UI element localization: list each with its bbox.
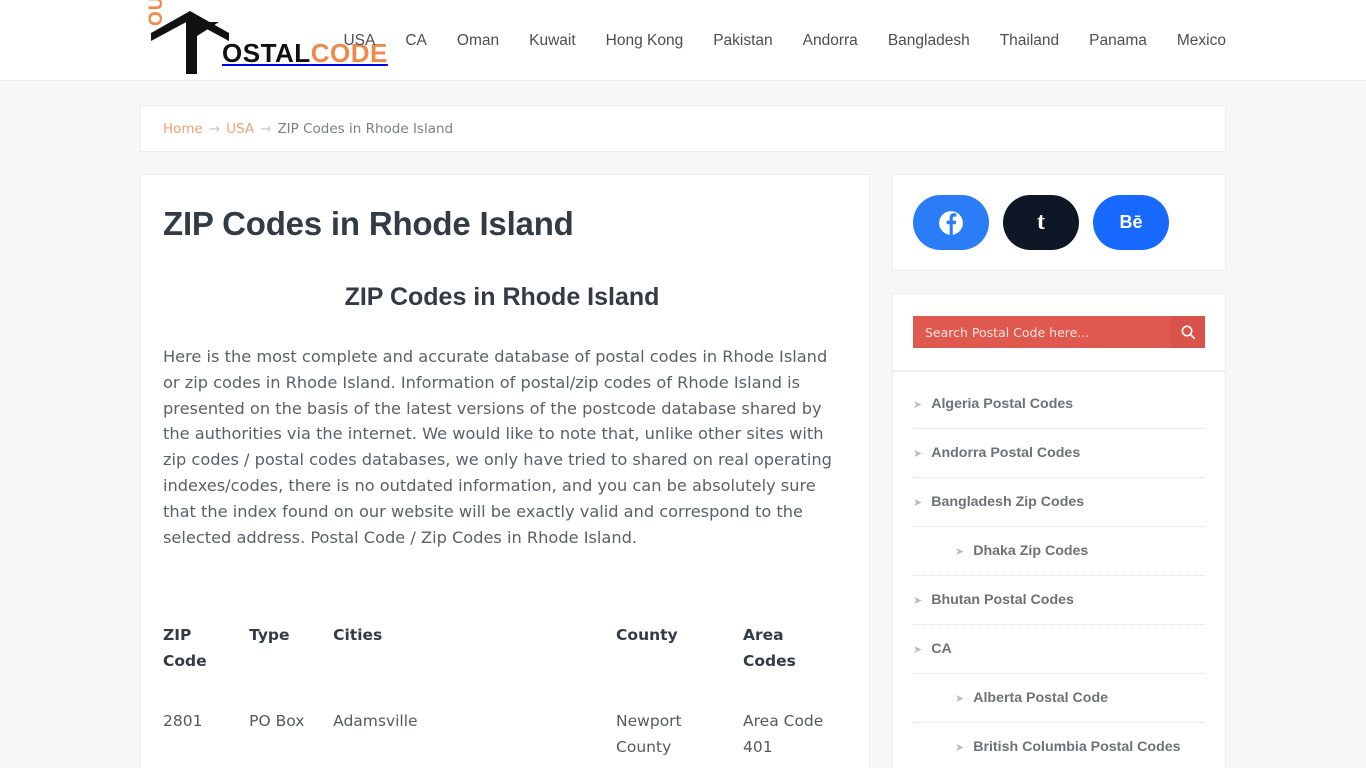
list-item[interactable]: ➤ Dhaka Zip Codes xyxy=(913,527,1205,576)
postal-code-links-card: ➤ Algeria Postal Codes ➤ Andorra Postal … xyxy=(892,371,1226,768)
section-title: ZIP Codes in Rhode Island xyxy=(344,283,660,311)
list-item[interactable]: ➤ Bangladesh Zip Codes xyxy=(913,478,1205,527)
nav-item-usa[interactable]: USA xyxy=(343,32,375,50)
cell-type: PO Box xyxy=(249,712,305,731)
main-navigation: USA CA Oman Kuwait Hong Kong Pakistan An… xyxy=(343,0,1226,81)
facebook-share-button[interactable] xyxy=(913,195,989,250)
search-form xyxy=(913,316,1205,348)
search-card xyxy=(892,293,1226,371)
social-links-card: t Bē xyxy=(892,174,1226,271)
nav-item-kuwait[interactable]: Kuwait xyxy=(529,32,576,50)
column-header-area-codes: Area Codes xyxy=(743,626,796,671)
logo-postal-text: OSTAL xyxy=(222,38,311,68)
search-input[interactable] xyxy=(913,316,1171,348)
sidebar-link-algeria[interactable]: Algeria Postal Codes xyxy=(931,395,1073,414)
nav-item-mexico[interactable]: Mexico xyxy=(1177,32,1226,50)
nav-item-pakistan[interactable]: Pakistan xyxy=(713,32,772,50)
column-header-zip-code: ZIP Code xyxy=(163,626,207,671)
breadcrumb-usa[interactable]: USA xyxy=(226,121,254,137)
table-row: 2801 PO Box Adamsville Newport County Ar… xyxy=(163,708,841,768)
list-item[interactable]: ➤ Alberta Postal Code xyxy=(913,674,1205,723)
breadcrumb-home[interactable]: Home xyxy=(163,121,203,137)
behance-icon: Bē xyxy=(1119,212,1143,232)
sidebar: t Bē Search Postal Code here... ➤ Algeri… xyxy=(892,174,1226,768)
arrow-right-icon: ➤ xyxy=(913,447,923,460)
table-body: 2801 PO Box Adamsville Newport County Ar… xyxy=(163,708,841,768)
sidebar-link-bhutan[interactable]: Bhutan Postal Codes xyxy=(931,591,1074,610)
sidebar-link-british-columbia[interactable]: British Columbia Postal Codes xyxy=(973,738,1180,757)
nav-item-oman[interactable]: Oman xyxy=(457,32,499,50)
page-title: ZIP Codes in Rhode Island xyxy=(163,205,574,242)
nav-item-ca[interactable]: CA xyxy=(405,32,427,50)
logo-house-icon: OUR xyxy=(146,0,234,74)
cell-area-codes: Area Code 401 xyxy=(743,712,824,757)
intro-paragraph: Here is the most complete and accurate d… xyxy=(163,347,832,547)
nav-item-hong-kong[interactable]: Hong Kong xyxy=(606,32,684,50)
arrow-right-icon: ➤ xyxy=(955,545,965,558)
breadcrumb-separator: → xyxy=(208,120,221,137)
column-header-type: Type xyxy=(249,626,290,645)
breadcrumb-card: Home → USA → ZIP Codes in Rhode Island xyxy=(140,105,1226,152)
table-header-row: ZIP Code Type Cities County Area Codes xyxy=(163,622,841,708)
sidebar-link-alberta[interactable]: Alberta Postal Code xyxy=(973,689,1108,708)
zip-codes-table: ZIP Code Type Cities County Area Codes 2… xyxy=(163,622,841,768)
list-item[interactable]: ➤ Andorra Postal Codes xyxy=(913,429,1205,478)
nav-item-bangladesh[interactable]: Bangladesh xyxy=(888,32,970,50)
list-item[interactable]: ➤ CA xyxy=(913,625,1205,674)
facebook-icon xyxy=(939,210,963,235)
content-columns: ZIP Codes in Rhode Island ZIP Codes in R… xyxy=(140,174,1226,768)
sidebar-link-dhaka[interactable]: Dhaka Zip Codes xyxy=(973,542,1088,561)
breadcrumb-separator: → xyxy=(260,120,272,137)
arrow-right-icon: ➤ xyxy=(913,643,923,656)
list-item[interactable]: ➤ British Columbia Postal Codes xyxy=(913,723,1205,768)
arrow-right-icon: ➤ xyxy=(913,496,923,509)
main-content-card: ZIP Codes in Rhode Island ZIP Codes in R… xyxy=(140,174,870,768)
search-submit-button[interactable] xyxy=(1171,316,1205,348)
arrow-right-icon: ➤ xyxy=(955,692,965,705)
arrow-right-icon: ➤ xyxy=(913,398,923,411)
cell-cities: Adamsville xyxy=(333,712,418,731)
table-header: ZIP Code Type Cities County Area Codes xyxy=(163,622,841,708)
nav-item-thailand[interactable]: Thailand xyxy=(1000,32,1059,50)
logo-flag-shape xyxy=(197,22,219,36)
column-header-county: County xyxy=(616,626,678,645)
nav-item-andorra[interactable]: Andorra xyxy=(803,32,858,50)
page-body: Home → USA → ZIP Codes in Rhode Island ZIP C… xyxy=(0,81,1366,768)
column-header-cities: Cities xyxy=(333,626,383,645)
logo-post-shape xyxy=(186,20,197,74)
nav-item-panama[interactable]: Panama xyxy=(1089,32,1147,50)
breadcrumb: Home → USA → ZIP Codes in Rhode Island xyxy=(163,121,453,137)
tumblr-share-button[interactable]: t xyxy=(1003,195,1079,250)
list-item[interactable]: ➤ Bhutan Postal Codes xyxy=(913,576,1205,625)
breadcrumb-current: ZIP Codes in Rhode Island xyxy=(277,120,454,137)
tumblr-icon: t xyxy=(1037,209,1045,235)
arrow-right-icon: ➤ xyxy=(955,741,965,754)
sidebar-link-ca[interactable]: CA xyxy=(931,640,952,659)
cell-county: Newport County xyxy=(616,712,682,757)
sidebar-link-bangladesh[interactable]: Bangladesh Zip Codes xyxy=(931,493,1084,512)
sidebar-link-andorra[interactable]: Andorra Postal Codes xyxy=(931,444,1080,463)
list-item[interactable]: ➤ Algeria Postal Codes xyxy=(913,380,1205,429)
social-links-row: t Bē xyxy=(913,195,1205,250)
site-header: OUR OSTALCODE USA CA Oman Kuwait Hong Ko… xyxy=(0,0,1366,81)
arrow-right-icon: ➤ xyxy=(913,594,923,607)
search-icon xyxy=(1181,325,1196,340)
behance-share-button[interactable]: Bē xyxy=(1093,195,1169,250)
cell-zip-code: 2801 xyxy=(163,712,203,731)
